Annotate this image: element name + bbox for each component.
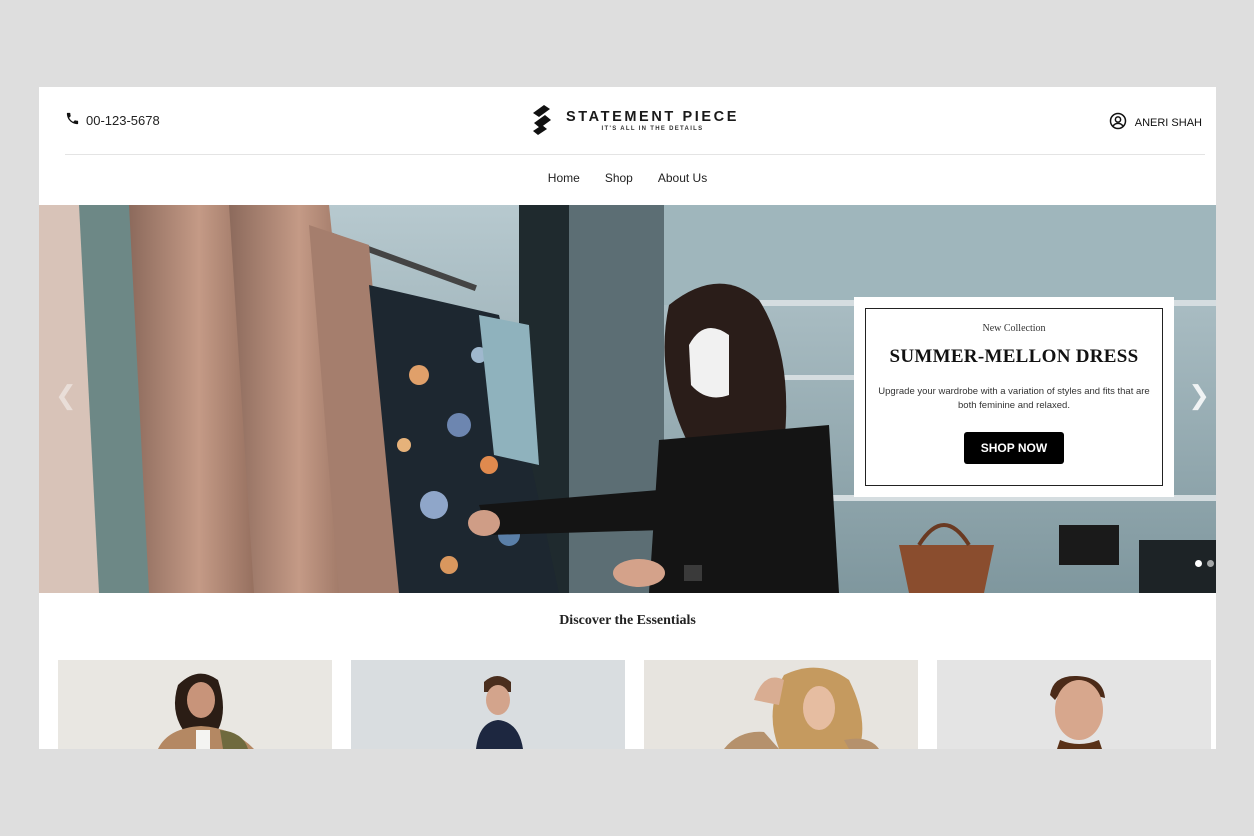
nav-shop[interactable]: Shop <box>605 171 633 185</box>
nav-home[interactable]: Home <box>548 171 580 185</box>
carousel-dots <box>1195 560 1214 567</box>
phone-contact[interactable]: 00-123-5678 <box>65 111 160 129</box>
logo-s-icon <box>530 103 554 137</box>
logo-name: STATEMENT PIECE <box>566 108 739 125</box>
product-card-woman-blonde-coat[interactable] <box>644 660 918 749</box>
main-nav: Home Shop About Us <box>39 171 1216 185</box>
phone-icon <box>65 111 80 129</box>
user-name: ANERI SHAH <box>1134 116 1202 129</box>
carousel-dot-2[interactable] <box>1207 560 1214 567</box>
logo-tagline: IT'S ALL IN THE DETAILS <box>601 125 704 132</box>
carousel-dot-1[interactable] <box>1195 560 1202 567</box>
promo-card-border: New Collection SUMMER-MELLON DRESS Upgra… <box>865 308 1163 486</box>
phone-number: 00-123-5678 <box>86 112 160 128</box>
nav-about-us[interactable]: About Us <box>658 171 707 185</box>
hero-carousel: ❮ ❯ New Collection SUMMER-MELLON DRESS U… <box>39 205 1216 593</box>
product-card-man-brown-sweater[interactable] <box>937 660 1211 749</box>
chevron-right-icon[interactable]: ❯ <box>1188 383 1210 409</box>
user-circle-icon <box>1109 112 1127 133</box>
logo-text: STATEMENT PIECE IT'S ALL IN THE DETAILS <box>566 109 739 132</box>
product-image <box>644 660 918 749</box>
product-card-woman-camel-coat[interactable] <box>58 660 332 749</box>
promo-description: Upgrade your wardrobe with a variation o… <box>878 386 1150 411</box>
top-bar: 00-123-5678 STATEMENT PIECE IT'S ALL IN … <box>39 87 1216 155</box>
brand-logo[interactable]: STATEMENT PIECE IT'S ALL IN THE DETAILS <box>530 103 739 137</box>
section-title: Discover the Essentials <box>559 613 696 628</box>
promo-eyebrow: New Collection <box>982 323 1046 334</box>
product-image <box>351 660 625 749</box>
product-image <box>58 660 332 749</box>
promo-title: SUMMER-MELLON DRESS <box>889 346 1139 367</box>
product-card-man-navy-coat[interactable] <box>351 660 625 749</box>
product-grid <box>58 660 1211 749</box>
user-account[interactable]: ANERI SHAH <box>1109 112 1202 133</box>
shop-now-button[interactable]: SHOP NOW <box>963 432 1065 464</box>
product-image <box>937 660 1211 749</box>
browser-page: 00-123-5678 STATEMENT PIECE IT'S ALL IN … <box>39 87 1216 749</box>
promo-card: New Collection SUMMER-MELLON DRESS Upgra… <box>854 297 1174 497</box>
header-divider <box>65 154 1205 155</box>
chevron-left-icon[interactable]: ❮ <box>55 383 77 409</box>
